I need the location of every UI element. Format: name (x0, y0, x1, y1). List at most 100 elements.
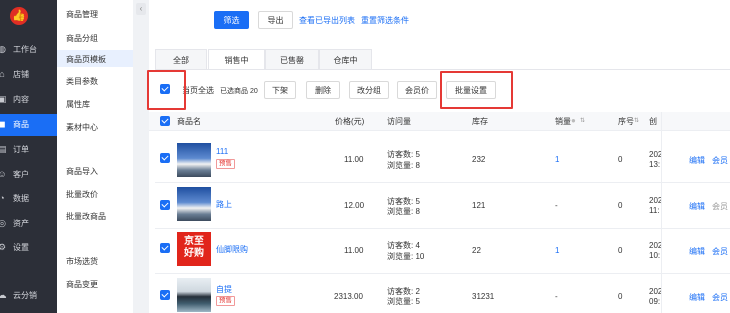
member-price-link[interactable]: 会员 (712, 292, 728, 303)
member-price-button[interactable]: 会员价 (397, 81, 437, 99)
tab-in-warehouse[interactable]: 仓库中 (319, 49, 372, 70)
member-price-link[interactable]: 会员 (712, 246, 728, 257)
nav-item-goods[interactable]: ◼ 商品 (0, 114, 57, 136)
submenu-goods-management[interactable]: 商品管理 (66, 9, 98, 20)
reset-filters-link[interactable]: 重置筛选条件 (361, 15, 409, 26)
product-stock[interactable]: 31231 (472, 292, 494, 301)
submenu-batch-price[interactable]: 批量改价 (66, 189, 98, 200)
collapse-menu-icon[interactable]: ‹ (136, 3, 146, 15)
delist-button[interactable]: 下架 (264, 81, 296, 99)
header-sales[interactable]: 销量 (555, 116, 571, 127)
highlight-batch-settings (440, 71, 513, 109)
product-image[interactable] (177, 143, 211, 177)
created-time: 10: (649, 251, 661, 260)
filter-button[interactable]: 筛选 (214, 11, 249, 29)
product-order[interactable]: 0 (618, 292, 622, 301)
help-icon[interactable]: ● (571, 116, 576, 125)
customer-icon: ☺ (0, 169, 7, 179)
submenu-goods-import[interactable]: 商品导入 (66, 166, 98, 177)
presale-badge: 预售 (216, 159, 235, 169)
asset-icon: ◎ (0, 218, 6, 228)
product-order[interactable]: 0 (618, 201, 622, 210)
submenu-category-params[interactable]: 类目参数 (66, 76, 98, 87)
header-created: 创 (649, 117, 657, 126)
edit-link[interactable]: 编辑 (689, 292, 705, 303)
row-checkbox[interactable] (160, 200, 170, 210)
thumbs-up-logo-icon[interactable]: 👍 (10, 7, 28, 25)
header-stock[interactable]: 库存 (472, 116, 488, 127)
product-sales[interactable]: 1 (555, 246, 559, 255)
view-exports-link[interactable]: 查看已导出列表 (299, 15, 355, 26)
product-image[interactable]: 京至 好购 (177, 232, 211, 266)
nav-item-assets[interactable]: ◎ 资产 (0, 213, 57, 235)
header-checkbox[interactable] (160, 116, 170, 126)
product-image[interactable] (177, 187, 211, 221)
member-price-link[interactable]: 会员 (712, 201, 728, 212)
product-name-link[interactable]: 111 (216, 147, 228, 156)
nav-item-workbench[interactable]: ◍ 工作台 (0, 39, 57, 61)
row-checkbox[interactable] (160, 243, 170, 253)
row-checkbox[interactable] (160, 290, 170, 300)
submenu-attribute-library[interactable]: 属性库 (66, 99, 90, 110)
cloud-icon: ☁ (0, 290, 7, 300)
row-divider (155, 273, 730, 274)
nav-item-customers[interactable]: ☺ 客户 (0, 164, 57, 186)
product-stock[interactable]: 121 (472, 201, 485, 210)
nav-item-orders[interactable]: ▤ 订单 (0, 139, 57, 161)
edit-link[interactable]: 编辑 (689, 246, 705, 257)
product-sales[interactable]: 1 (555, 155, 559, 164)
product-price: 11.00 (344, 155, 364, 164)
main-nav: 👍 ◍ 工作台 ⌂ 店铺 ▣ 内容 ◼ 商品 ▤ 订单 ☺ 客户 ◔ 数据 ◎ 资产 ⚙ 设置 ☁… (0, 0, 57, 313)
tab-divider (155, 69, 730, 70)
main-panel (149, 0, 730, 313)
change-group-button[interactable]: 改分组 (349, 81, 389, 99)
product-stock[interactable]: 232 (472, 155, 485, 164)
row-checkbox[interactable] (160, 153, 170, 163)
header-price[interactable]: 价格(元) (335, 116, 364, 127)
submenu-goods-page-template[interactable]: 商品页模板 (57, 50, 133, 67)
product-price: 12.00 (344, 201, 365, 210)
member-price-link[interactable]: 会员 (712, 155, 728, 166)
product-name-link[interactable]: 仙脚限购 (216, 244, 248, 255)
nav-item-content[interactable]: ▣ 内容 (0, 89, 57, 111)
visitor-count: 访客数: 4 (387, 241, 420, 250)
submenu-batch-goods[interactable]: 批量改商品 (66, 211, 106, 222)
product-stock[interactable]: 22 (472, 246, 481, 255)
nav-item-settings[interactable]: ⚙ 设置 (0, 237, 57, 259)
store-icon: ⌂ (0, 69, 5, 79)
order-sort-icon[interactable]: ⇅ (634, 117, 639, 124)
export-button[interactable]: 导出 (258, 11, 293, 29)
header-divider (149, 130, 730, 131)
tab-on-sale[interactable]: 销售中 (208, 49, 265, 70)
submenu-goods-group[interactable]: 商品分组 (66, 33, 98, 44)
delete-button[interactable]: 删除 (306, 81, 340, 99)
header-order: 序号 (618, 117, 634, 126)
submenu-goods-changes[interactable]: 商品变更 (66, 279, 98, 290)
product-order[interactable]: 0 (618, 246, 622, 255)
product-name-link[interactable]: 自提 (216, 284, 232, 295)
nav-item-cloud-distribution[interactable]: ☁ 云分销 (0, 285, 57, 307)
order-icon: ▤ (0, 144, 7, 154)
action-column-divider (661, 112, 662, 313)
selected-count: 已选商品 20 (220, 88, 258, 95)
settings-icon: ⚙ (0, 242, 7, 252)
product-image[interactable] (177, 278, 211, 312)
product-sales: - (555, 201, 558, 210)
nav-item-store[interactable]: ⌂ 店铺 (0, 64, 57, 86)
tab-all[interactable]: 全部 (155, 49, 207, 70)
header-visits: 访问量 (387, 117, 411, 126)
edit-link[interactable]: 编辑 (689, 155, 705, 166)
tab-sold-out[interactable]: 已售罄 (265, 49, 319, 70)
row-divider (155, 182, 730, 183)
visitor-count: 访客数: 5 (387, 150, 420, 159)
goods-icon: ◼ (0, 119, 6, 129)
submenu-material-center[interactable]: 素材中心 (66, 122, 98, 133)
edit-link[interactable]: 编辑 (689, 201, 705, 212)
sort-icon[interactable]: ⇅ (580, 117, 585, 124)
product-name-link[interactable]: 路上 (216, 199, 232, 210)
submenu-market-selection[interactable]: 市场选货 (66, 256, 98, 267)
content-icon: ▣ (0, 94, 7, 104)
table-header (149, 112, 730, 130)
nav-item-data[interactable]: ◔ 数据 (0, 188, 57, 210)
product-order[interactable]: 0 (618, 155, 622, 164)
